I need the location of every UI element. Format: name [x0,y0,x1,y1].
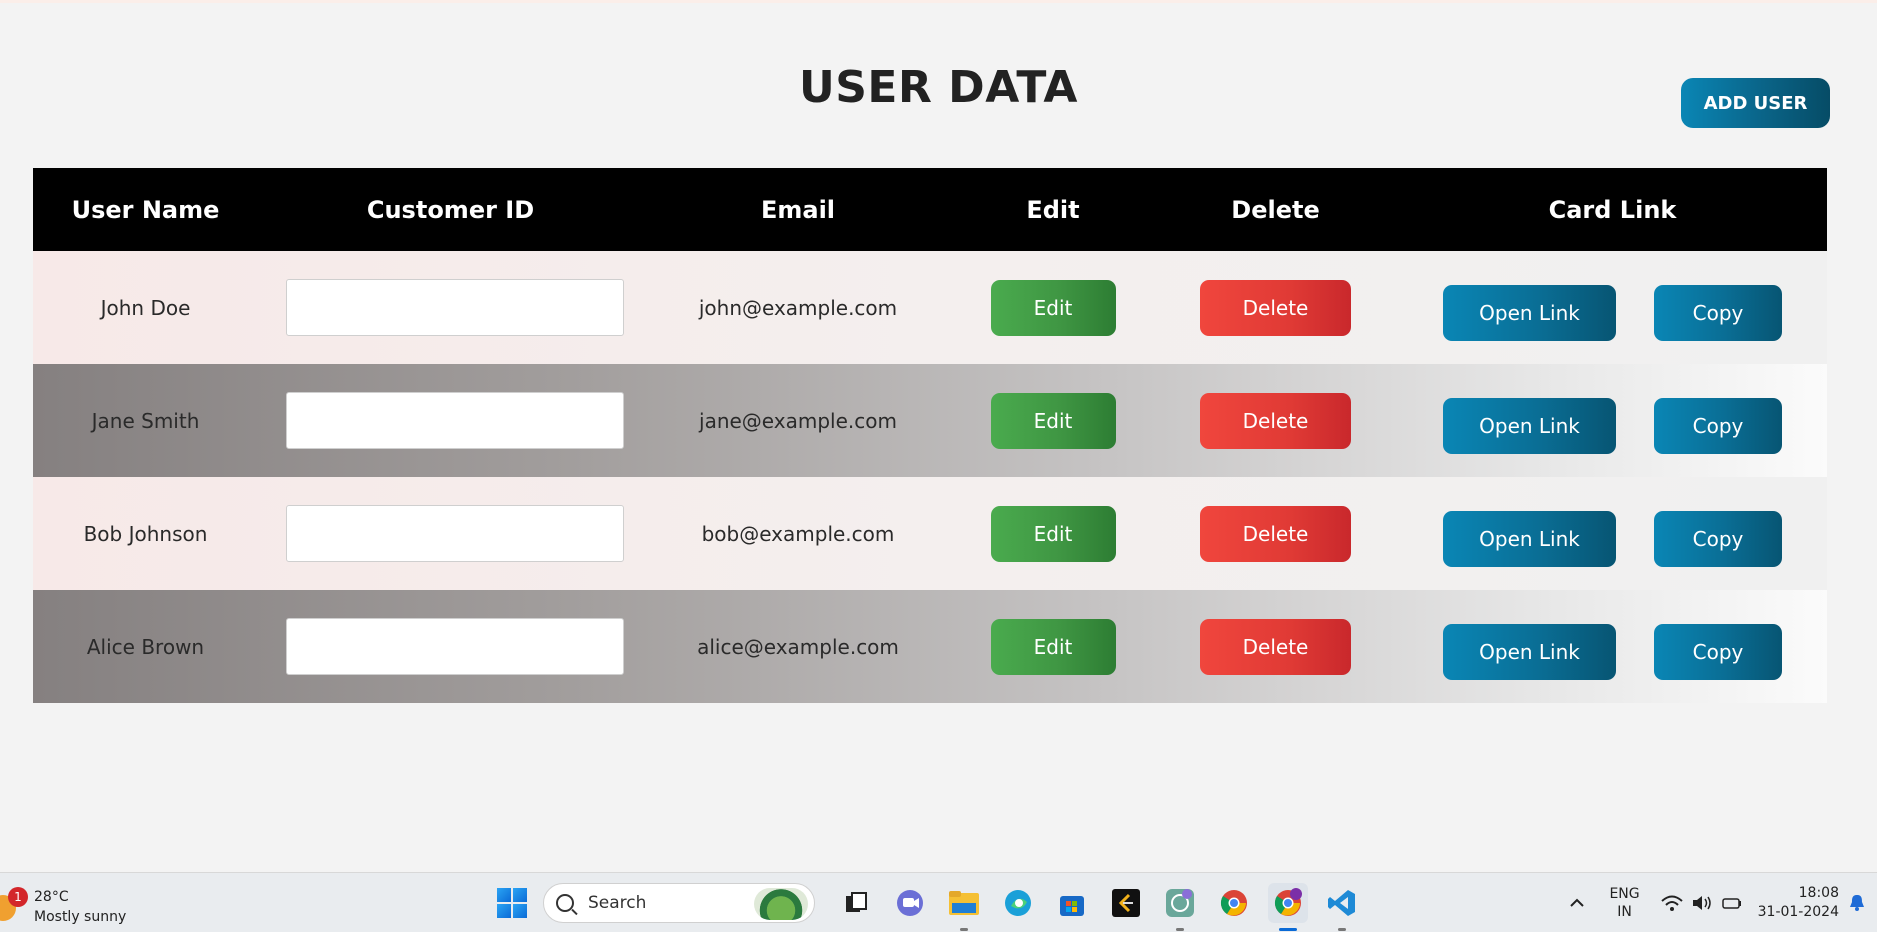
chrome-profile-icon[interactable] [1268,883,1308,931]
customer-id-input[interactable] [285,505,624,562]
store-icon[interactable] [1052,883,1092,923]
edge-icon[interactable] [998,883,1038,923]
open-link-button[interactable]: Open Link [1443,510,1616,567]
copy-button[interactable]: Copy [1654,284,1782,341]
notification-bell-icon[interactable] [1847,893,1867,913]
open-link-button[interactable]: Open Link [1443,623,1616,680]
email-cell: bob@example.com [701,521,895,546]
search-label: Search [588,893,647,913]
notification-badge: 1 [8,887,28,907]
table-row: Jane Smith jane@example.com Edit Delete … [33,364,1827,477]
table-row: Alice Brown alice@example.com Edit Delet… [33,590,1827,703]
vscode-icon[interactable] [1322,883,1362,931]
user-name-cell: Alice Brown [86,634,205,659]
table-header: User Name Customer ID Email Edit Delete … [33,168,1827,251]
customer-id-input[interactable] [285,279,624,336]
chatgpt-icon[interactable] [1160,883,1200,931]
header-email: Email [760,195,836,224]
taskbar: 1 28°C Mostly sunny Search ENG IN 18:08 … [0,872,1877,932]
user-table: User Name Customer ID Email Edit Delete … [33,168,1827,703]
app-icon[interactable] [1106,883,1146,923]
page-title: USER DATA [799,62,1078,113]
time: 18:08 [1798,885,1839,901]
delete-button[interactable]: Delete [1200,392,1351,449]
table-row: Bob Johnson bob@example.com Edit Delete … [33,477,1827,590]
email-cell: alice@example.com [697,634,899,659]
wifi-icon[interactable] [1660,893,1684,913]
chrome-icon[interactable] [1214,883,1254,923]
teams-icon[interactable] [890,883,930,923]
weather-condition: Mostly sunny [34,909,127,925]
task-view-icon[interactable] [836,883,876,923]
user-name-cell: Jane Smith [91,408,200,433]
delete-button[interactable]: Delete [1200,618,1351,675]
table-row: John Doe john@example.com Edit Delete Op… [33,251,1827,364]
email-cell: john@example.com [698,295,898,320]
windows-start-icon[interactable] [497,888,527,918]
volume-icon[interactable] [1690,893,1714,913]
open-link-button[interactable]: Open Link [1443,397,1616,454]
top-accent-line [0,0,1877,3]
user-name-cell: John Doe [100,295,191,320]
weather-widget[interactable]: 1 28°C Mostly sunny [0,881,126,927]
copy-button[interactable]: Copy [1654,510,1782,567]
search-highlight-icon [754,888,808,920]
add-user-button[interactable]: ADD USER [1681,78,1830,128]
delete-button[interactable]: Delete [1200,505,1351,562]
edit-button[interactable]: Edit [990,279,1116,336]
search-icon [556,894,574,912]
email-cell: jane@example.com [699,408,897,433]
header-edit: Edit [1026,195,1080,224]
copy-button[interactable]: Copy [1654,397,1782,454]
header-delete: Delete [1231,195,1320,224]
battery-icon[interactable] [1720,893,1744,913]
chevron-up-icon[interactable] [1567,893,1587,913]
header-card-link: Card Link [1548,195,1677,224]
edit-button[interactable]: Edit [990,505,1116,562]
weather-temp: 28°C [34,889,69,905]
user-name-cell: Bob Johnson [83,521,208,546]
customer-id-input[interactable] [285,618,624,675]
language-indicator[interactable]: ENG IN [1609,885,1639,921]
open-link-button[interactable]: Open Link [1443,284,1616,341]
taskbar-search[interactable]: Search [543,883,815,923]
date: 31-01-2024 [1757,904,1839,920]
edit-button[interactable]: Edit [990,618,1116,675]
file-explorer-icon[interactable] [944,883,984,931]
copy-button[interactable]: Copy [1654,623,1782,680]
edit-button[interactable]: Edit [990,392,1116,449]
header-customer-id: Customer ID [366,195,535,224]
header-user-name: User Name [71,195,220,224]
customer-id-input[interactable] [285,392,624,449]
clock[interactable]: 18:08 31-01-2024 [1758,884,1839,922]
delete-button[interactable]: Delete [1200,279,1351,336]
